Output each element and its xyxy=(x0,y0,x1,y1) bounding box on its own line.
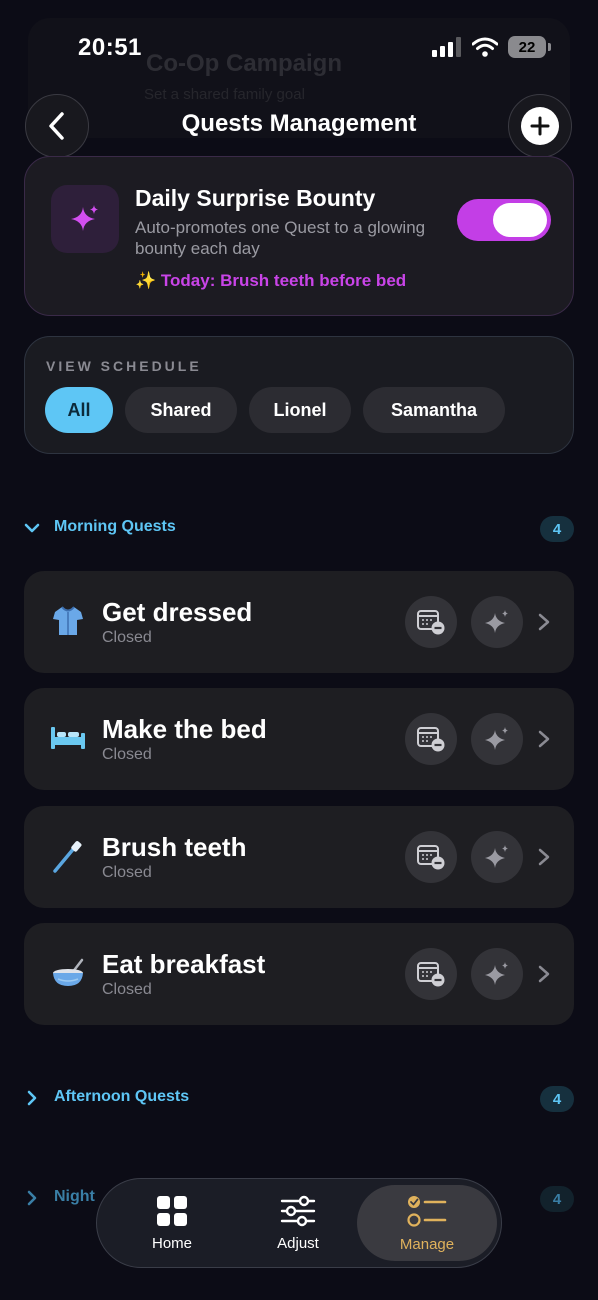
tab-label: Adjust xyxy=(277,1234,319,1252)
status-bar: 20:51 22 xyxy=(0,0,598,96)
tab-label: Home xyxy=(151,1234,192,1252)
bed-icon xyxy=(50,720,86,756)
bowl-icon xyxy=(50,955,86,991)
count-badge: 4 xyxy=(540,1186,574,1212)
bounty-button[interactable] xyxy=(471,948,523,1000)
chevron-down-icon xyxy=(24,523,40,533)
tab-manage[interactable]: Manage xyxy=(357,1185,497,1261)
calendar-minus-icon xyxy=(417,845,445,870)
bottom-tab-bar: Home Adjust Manage xyxy=(96,1178,502,1268)
quest-name: Brush teeth xyxy=(102,832,247,862)
checklist-icon xyxy=(407,1195,447,1227)
chevron-right-icon xyxy=(27,1090,37,1106)
quest-status: Closed xyxy=(102,629,152,646)
sliders-icon xyxy=(280,1195,316,1226)
bounty-button[interactable] xyxy=(471,713,523,765)
chip-samantha[interactable]: Samantha xyxy=(363,387,505,433)
sparkle-icon xyxy=(485,845,508,868)
quest-status: Closed xyxy=(102,746,152,763)
chevron-right-icon xyxy=(538,613,550,631)
plus-icon xyxy=(521,107,559,145)
signal-icon xyxy=(432,37,461,57)
quest-row-eat-breakfast[interactable]: Eat breakfast Closed xyxy=(24,923,574,1025)
calendar-minus-icon xyxy=(417,962,445,987)
section-title: Morning Quests xyxy=(54,518,176,535)
tab-adjust[interactable]: Adjust xyxy=(243,1179,353,1267)
quest-row-make-the-bed[interactable]: Make the bed Closed xyxy=(24,688,574,790)
chevron-right-icon xyxy=(538,730,550,748)
chevron-right-icon xyxy=(27,1190,37,1206)
quest-row-brush-teeth[interactable]: Brush teeth Closed xyxy=(24,806,574,908)
schedule-remove-button[interactable] xyxy=(405,948,457,1000)
tab-label: Manage xyxy=(399,1235,455,1253)
quest-status: Closed xyxy=(102,864,152,881)
sparkle-icon xyxy=(485,727,508,750)
section-title: Night xyxy=(54,1188,95,1205)
bounty-toggle[interactable] xyxy=(457,199,551,241)
add-quest-button[interactable] xyxy=(508,94,572,158)
section-header-morning[interactable]: Morning Quests 4 xyxy=(24,514,574,542)
quest-name: Get dressed xyxy=(102,597,253,627)
sparkle-icon xyxy=(485,962,508,985)
sparkle-icon xyxy=(485,610,508,633)
view-schedule-card: VIEW SCHEDULE All Shared Lionel Samantha xyxy=(24,336,574,454)
section-header-afternoon[interactable]: Afternoon Quests 4 xyxy=(24,1084,574,1112)
sparkle-icon xyxy=(51,185,119,253)
schedule-remove-button[interactable] xyxy=(405,831,457,883)
section-title: Afternoon Quests xyxy=(54,1088,190,1105)
quest-name: Make the bed xyxy=(102,714,267,744)
count-badge: 4 xyxy=(540,516,574,542)
calendar-minus-icon xyxy=(417,727,445,752)
schedule-label: VIEW SCHEDULE xyxy=(46,358,202,374)
chevron-right-icon xyxy=(538,965,550,983)
chevron-right-icon xyxy=(538,848,550,866)
bounty-button[interactable] xyxy=(471,596,523,648)
status-time: 20:51 xyxy=(78,34,142,61)
chip-all[interactable]: All xyxy=(45,387,113,433)
battery-indicator: 22 xyxy=(508,36,551,58)
quest-status: Closed xyxy=(102,981,152,998)
shirt-icon xyxy=(50,603,86,639)
count-badge: 4 xyxy=(540,1086,574,1112)
bounty-description: Auto-promotes one Quest to a glowing bou… xyxy=(135,218,426,258)
schedule-remove-button[interactable] xyxy=(405,596,457,648)
wifi-icon xyxy=(472,37,498,57)
quest-name: Eat breakfast xyxy=(102,949,266,979)
tab-home[interactable]: Home xyxy=(115,1179,229,1267)
toggle-knob xyxy=(493,203,547,237)
bounty-button[interactable] xyxy=(471,831,523,883)
grid-icon xyxy=(157,1195,187,1226)
daily-bounty-card: Daily Surprise Bounty Auto-promotes one … xyxy=(24,156,574,316)
chip-lionel[interactable]: Lionel xyxy=(249,387,351,433)
bounty-today-label: ✨ Today: Brush teeth before bed xyxy=(135,271,407,290)
schedule-remove-button[interactable] xyxy=(405,713,457,765)
calendar-minus-icon xyxy=(417,610,445,635)
status-icons: 22 xyxy=(432,36,551,58)
chip-shared[interactable]: Shared xyxy=(125,387,237,433)
bounty-title: Daily Surprise Bounty xyxy=(135,185,376,211)
quest-row-get-dressed[interactable]: Get dressed Closed xyxy=(24,571,574,673)
toothbrush-icon xyxy=(50,838,86,874)
